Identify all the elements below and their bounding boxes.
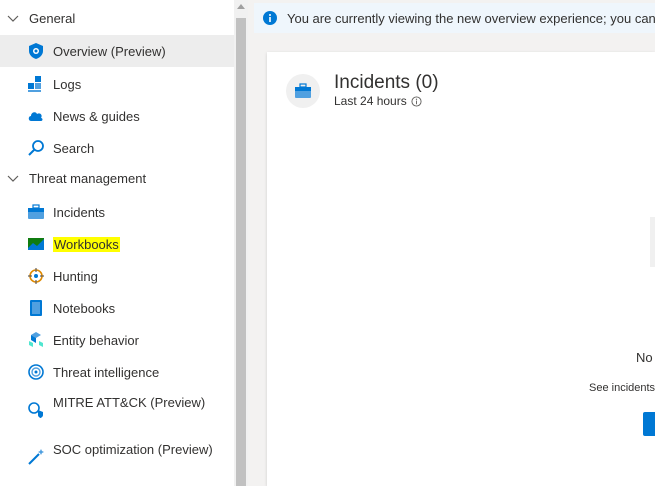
- info-banner: You are currently viewing the new overvi…: [254, 3, 655, 33]
- group-general[interactable]: General: [0, 3, 234, 33]
- sidebar-item-label: SOC optimization (Preview): [53, 442, 213, 457]
- magic-wand-icon: [28, 449, 44, 465]
- logs-icon: [28, 76, 41, 92]
- sidebar-item-threat-intelligence[interactable]: Threat intelligence: [0, 356, 234, 388]
- sidebar-item-label: Threat intelligence: [53, 364, 160, 380]
- briefcase-icon: [28, 204, 44, 219]
- sidebar-item-label: Entity behavior: [53, 332, 139, 348]
- chevron-down-icon: [7, 15, 19, 22]
- sidebar-item-label: News & guides: [53, 108, 140, 124]
- sidebar-item-workbooks[interactable]: Workbooks: [0, 228, 234, 260]
- sidebar-item-logs[interactable]: Logs: [0, 68, 234, 100]
- info-icon: [263, 11, 277, 25]
- radar-icon: [28, 364, 44, 380]
- shield-icon: [29, 43, 43, 59]
- workbook-chart-icon: [28, 238, 44, 250]
- scrollbar-thumb[interactable]: [236, 18, 246, 486]
- sidebar-item-overview[interactable]: Overview (Preview): [0, 35, 234, 67]
- sidebar-item-news-guides[interactable]: News & guides: [0, 100, 234, 132]
- banner-text: You are currently viewing the new overvi…: [287, 11, 655, 26]
- incidents-subtitle: Last 24 hours: [334, 94, 422, 108]
- chevron-down-icon: [7, 175, 19, 182]
- incidents-card-icon: [286, 74, 320, 108]
- group-threat-management[interactable]: Threat management: [0, 163, 234, 193]
- sidebar-item-label: Workbooks: [53, 236, 120, 252]
- sidebar-item-label: Incidents: [53, 204, 106, 220]
- entity-cubes-icon: [29, 332, 43, 347]
- sidebar-item-label: Logs: [53, 76, 82, 92]
- group-label-threat-management: Threat management: [29, 170, 147, 186]
- incidents-card: Incidents (0) Last 24 hours No See incid…: [267, 52, 655, 486]
- sidebar-item-mitre[interactable]: MITRE ATT&CK (Preview): [0, 390, 234, 430]
- sidebar-item-label: Search: [53, 140, 95, 156]
- search-icon: [28, 140, 44, 156]
- sidebar-item-incidents[interactable]: Incidents: [0, 196, 234, 228]
- sidebar-item-label: Overview (Preview): [53, 43, 166, 59]
- briefcase-icon: [295, 83, 311, 98]
- sidebar-item-label: Hunting: [53, 268, 98, 284]
- sidebar-item-notebooks[interactable]: Notebooks: [0, 292, 234, 324]
- sidebar-item-label: Notebooks: [53, 300, 116, 316]
- incidents-title: Incidents (0): [334, 72, 439, 93]
- cloud-icon: [28, 112, 43, 121]
- time-range-label: Last 24 hours: [334, 94, 407, 108]
- see-incidents-text: See incidents: [589, 382, 655, 394]
- sidebar-scrollbar[interactable]: [234, 0, 248, 486]
- info-outline-icon[interactable]: [411, 95, 422, 107]
- sidebar-item-entity-behavior[interactable]: Entity behavior: [0, 324, 234, 356]
- group-label-general: General: [29, 10, 76, 26]
- navigation-sidebar: General Overview (Preview) Logs News & g…: [0, 0, 234, 486]
- sidebar-item-search[interactable]: Search: [0, 132, 234, 164]
- empty-state-text: No: [636, 350, 653, 365]
- sidebar-item-label: MITRE ATT&CK (Preview): [53, 395, 206, 410]
- crosshair-icon: [28, 268, 44, 284]
- sidebar-item-hunting[interactable]: Hunting: [0, 260, 234, 292]
- sidebar-item-soc-optimization[interactable]: SOC optimization (Preview): [0, 437, 234, 477]
- primary-action-button[interactable]: [643, 412, 655, 436]
- main-content: You are currently viewing the new overvi…: [248, 0, 655, 486]
- mitre-shield-icon: [28, 402, 43, 418]
- scroll-up-arrow-icon[interactable]: [237, 4, 245, 9]
- empty-state-illustration: [650, 217, 655, 267]
- notebook-icon: [30, 300, 42, 316]
